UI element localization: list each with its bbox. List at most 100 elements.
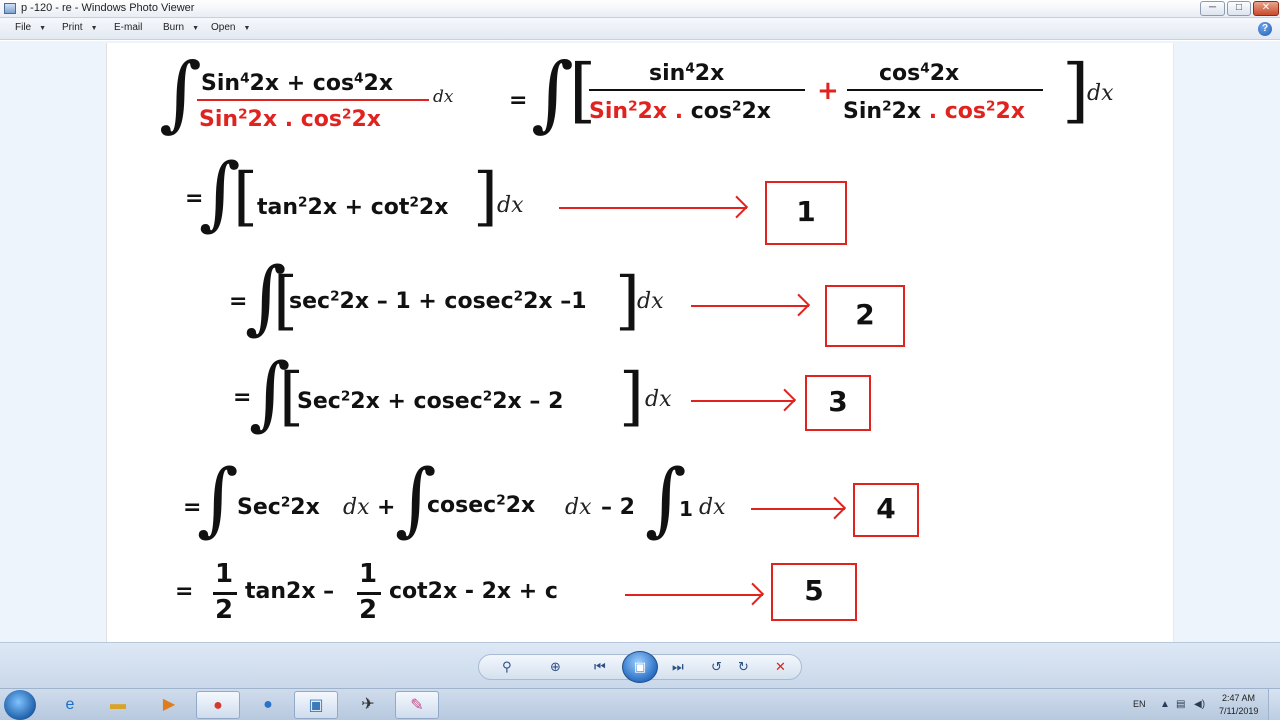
dx-label: dx — [565, 495, 592, 520]
volume-icon[interactable]: ◀) — [1194, 699, 1205, 710]
zoom-icon[interactable]: ⚲ — [502, 659, 512, 675]
chevron-down-icon: ▼ — [39, 25, 47, 32]
equals-sign: = — [175, 579, 194, 604]
media-player-icon[interactable]: ▶ — [147, 691, 191, 719]
taskbar: e ▬ ▶ ● ● ▣ ✈ ✎ EN ▲ ▤ ◀) 2:47 AM 7/11/2… — [0, 688, 1280, 720]
minimize-button[interactable]: ─ — [1200, 1, 1225, 16]
fraction-numerator: Sin42x + cos42x — [201, 70, 394, 96]
step-number-box: 3 — [805, 375, 871, 431]
clock-date[interactable]: 7/11/2019 — [1219, 706, 1258, 716]
show-desktop-button[interactable] — [1268, 689, 1280, 720]
dx-label: dx — [699, 495, 726, 520]
language-indicator[interactable]: EN — [1133, 699, 1146, 709]
maximize-button[interactable]: □ — [1227, 1, 1251, 16]
clock-time[interactable]: 2:47 AM — [1222, 693, 1255, 703]
fraction-denominator: Sin22x . cos22x — [199, 106, 381, 132]
chevron-down-icon: ▼ — [192, 25, 200, 32]
previous-icon[interactable]: ⏮ — [594, 659, 606, 675]
viewer-control-bar: ⚲ ⊕ ⏮ ▣ ⏭ ↺ ↻ ✕ — [0, 642, 1280, 688]
right-bracket: ] — [619, 360, 644, 434]
dx-label: dx — [433, 87, 454, 107]
start-button[interactable] — [4, 690, 36, 720]
photo-viewer-taskbar-icon[interactable]: ▣ — [294, 691, 338, 719]
window-title: p -120 - re - Windows Photo Viewer — [21, 2, 195, 14]
right-bracket: ] — [473, 160, 498, 234]
dx-label: dx — [497, 193, 524, 218]
chrome-icon[interactable]: ● — [196, 691, 240, 719]
delete-icon[interactable]: ✕ — [775, 659, 786, 675]
fraction-half-numerator: 1 — [359, 559, 378, 589]
fraction2-denominator: Sin22x . cos22x — [843, 98, 1025, 124]
paint-icon[interactable]: ✎ — [395, 691, 439, 719]
network-icon[interactable]: ▤ — [1176, 699, 1185, 710]
menu-print-label: Print — [62, 22, 83, 33]
integral-sign: ∫ — [159, 46, 202, 141]
internet-explorer-icon[interactable]: e — [48, 691, 92, 719]
rotate-cw-icon[interactable]: ↻ — [738, 659, 749, 675]
actual-size-icon[interactable]: ⊕ — [550, 659, 561, 675]
menu-open-label: Open — [211, 22, 236, 33]
displayed-image: ∫ Sin42x + cos42x Sin22x . cos22x dx = ∫… — [106, 43, 1174, 642]
step-number-box: 5 — [771, 563, 857, 621]
menu-burn[interactable]: Burn ▼ — [163, 22, 199, 33]
expression-line1: tan22x + cot22x — [257, 194, 449, 220]
left-bracket: [ — [233, 160, 258, 234]
folder-icon[interactable]: ▬ — [96, 691, 140, 719]
next-icon[interactable]: ⏭ — [672, 659, 684, 675]
fraction-half-denominator: 2 — [215, 595, 234, 625]
step-number-box: 1 — [765, 181, 847, 245]
chrome-canary-icon[interactable]: ● — [246, 691, 290, 719]
minus-two: – 2 — [601, 495, 635, 520]
fraction-bar — [197, 99, 429, 101]
help-icon[interactable]: ? — [1258, 22, 1272, 36]
arrow-right-icon — [691, 305, 809, 307]
equals-sign: = — [509, 88, 528, 113]
dx-label: dx — [343, 495, 370, 520]
fraction-half-denominator: 2 — [359, 595, 378, 625]
final-result-term: cot2x - 2x + c — [389, 579, 558, 604]
expression-line3: Sec22x + cosec22x – 2 — [297, 388, 564, 414]
plus-sign: + — [817, 76, 839, 106]
rotate-ccw-icon[interactable]: ↺ — [711, 659, 722, 675]
close-button[interactable]: ✕ — [1253, 1, 1279, 16]
chevron-down-icon: ▼ — [243, 25, 251, 32]
plus-sign: + — [377, 495, 396, 520]
expression-sec-term: Sec22x — [237, 494, 320, 520]
menu-open[interactable]: Open ▼ — [211, 22, 250, 33]
arrow-right-icon — [625, 594, 763, 596]
menu-email-label: E-mail — [114, 22, 143, 33]
fraction1-bar — [589, 89, 805, 91]
menu-file[interactable]: File ▼ — [15, 22, 46, 33]
menu-bar: File ▼ Print ▼ E-mail Burn ▼ Open ▼ ? — [0, 18, 1280, 40]
tray-arrow-icon[interactable]: ▲ — [1160, 699, 1170, 710]
fraction1-denominator: Sin22x . cos22x — [589, 98, 771, 124]
dx-label: dx — [637, 289, 664, 314]
integral-sign: ∫ — [197, 452, 239, 545]
fraction1-numerator: sin42x — [649, 60, 725, 86]
menu-file-label: File — [15, 22, 32, 33]
step-number-box: 2 — [825, 285, 905, 347]
dx-label: dx — [645, 387, 672, 412]
step-number-box: 4 — [853, 483, 919, 537]
menu-burn-label: Burn — [163, 22, 185, 33]
integral-sign: ∫ — [531, 46, 574, 141]
dx-label: dx — [1087, 81, 1114, 106]
menu-email[interactable]: E-mail — [114, 22, 142, 33]
slideshow-button[interactable]: ▣ — [622, 651, 658, 683]
right-bracket: ] — [1062, 49, 1090, 131]
photo-viewer-app-icon — [4, 3, 16, 14]
menu-print[interactable]: Print ▼ — [62, 22, 98, 33]
expression-line2: sec22x – 1 + cosec22x –1 — [289, 288, 587, 314]
integrand-one: 1 — [679, 497, 693, 521]
fraction-half-numerator: 1 — [215, 559, 234, 589]
app-icon[interactable]: ✈ — [346, 691, 390, 719]
fraction2-bar — [847, 89, 1043, 91]
arrow-right-icon — [559, 207, 747, 209]
chevron-down-icon: ▼ — [90, 25, 98, 32]
arrow-right-icon — [751, 508, 845, 510]
image-viewer: ∫ Sin42x + cos42x Sin22x . cos22x dx = ∫… — [0, 41, 1280, 642]
title-bar: p -120 - re - Windows Photo Viewer ─ □ ✕ — [0, 0, 1280, 18]
arrow-right-icon — [691, 400, 795, 402]
tan-term: tan2x – — [245, 579, 335, 604]
expression-cosec-term: cosec22x — [427, 492, 536, 518]
